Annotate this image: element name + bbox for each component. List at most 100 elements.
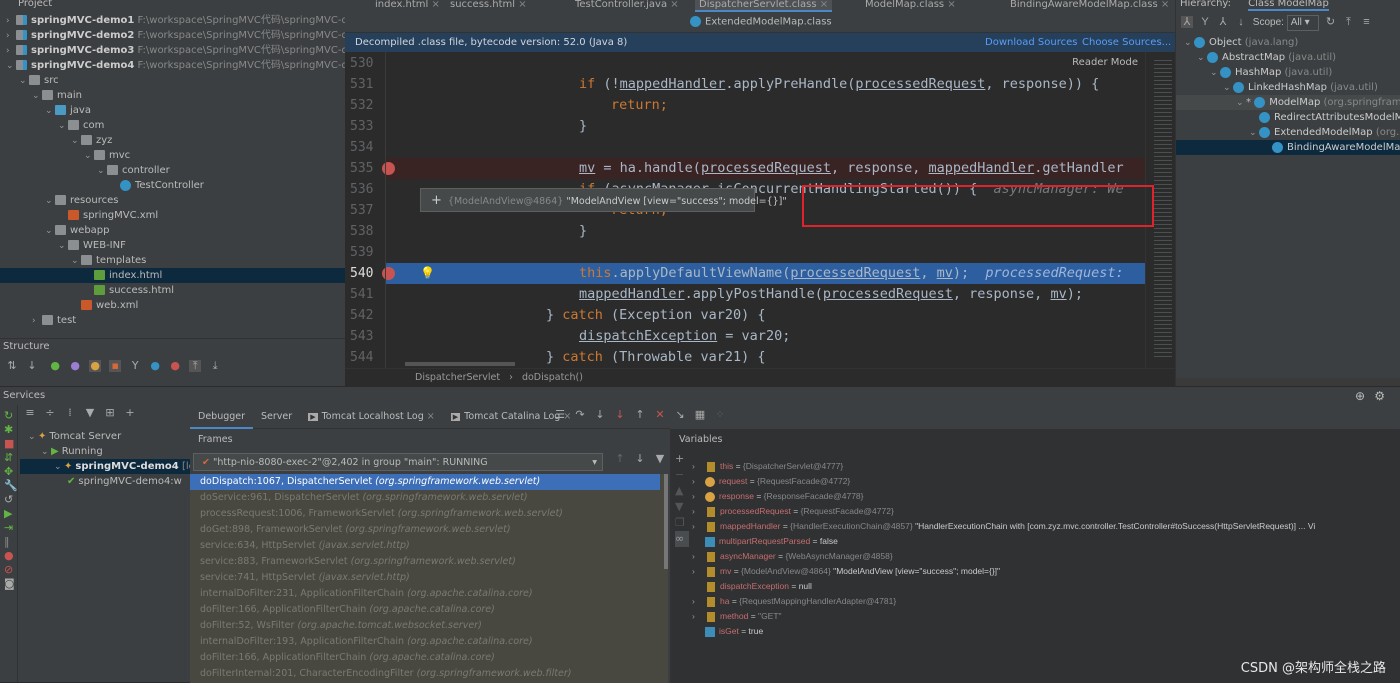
gear-icon[interactable]: ⚙ — [1374, 389, 1385, 403]
pin-icon[interactable]: ⤒ — [1342, 16, 1354, 28]
stack-frame[interactable]: doFilter:166, ApplicationFilterChain (or… — [190, 650, 660, 666]
editor-tab[interactable]: TestController.java × — [575, 0, 679, 12]
stack-frame[interactable]: doDispatch:1067, DispatcherServlet (org.… — [190, 474, 660, 490]
code-line[interactable]: 540 💡 this.applyDefaultViewName(processedR… — [345, 263, 1145, 284]
project-tree-item[interactable]: ⌄ webapp — [0, 223, 345, 238]
editor-tab[interactable]: BindingAwareModelMap.class × — [1010, 0, 1169, 12]
mute-breakpoints-icon[interactable]: ⊘ — [4, 563, 13, 577]
chevron-down-icon[interactable]: ⌄ — [45, 224, 55, 239]
close-icon[interactable]: × — [820, 0, 828, 10]
service-item[interactable]: ⌄✦springMVC-demo4 [local] — [20, 459, 213, 475]
step-icon[interactable]: ⇥ — [4, 521, 13, 535]
target-icon[interactable]: ⊕ — [1355, 389, 1365, 403]
chevron-right-icon[interactable]: › — [692, 594, 695, 609]
stack-frame[interactable]: service:741, HttpServlet (javax.servlet.… — [190, 570, 660, 586]
variable-row[interactable]: multipartRequestParsed = false — [693, 534, 1396, 549]
stack-frame[interactable]: doFilter:166, ApplicationFilterChain (or… — [190, 602, 660, 618]
hierarchy-item[interactable]: RedirectAttributesModelM — [1176, 110, 1400, 125]
hierarchy-item[interactable]: ⌄ ExtendedModelMap (org. — [1176, 125, 1400, 140]
properties-icon[interactable]: ● — [69, 360, 81, 372]
line-number[interactable]: 538 — [345, 221, 385, 242]
fields-icon[interactable]: ● — [89, 360, 102, 372]
line-number[interactable]: 541 — [345, 284, 385, 305]
step-over-icon[interactable]: ↷ — [574, 409, 586, 421]
lightbulb-icon[interactable]: 💡 — [420, 263, 435, 284]
chevron-right-icon[interactable]: › — [692, 609, 695, 624]
stop-icon[interactable]: ■ — [4, 437, 14, 451]
autoscroll-to-icon[interactable]: ⤒ — [189, 360, 202, 372]
line-number[interactable]: 532 — [345, 95, 385, 116]
project-tree-item[interactable]: ⌄ src — [0, 73, 345, 88]
project-tree-item[interactable]: index.html — [0, 268, 345, 283]
chevron-down-icon[interactable]: ⌄ — [1249, 126, 1259, 141]
editor-tab[interactable]: index.html × — [375, 0, 440, 12]
service-item[interactable]: ⌄ ▶ Running — [20, 444, 190, 459]
lambda-icon[interactable]: ● — [169, 360, 181, 372]
debug-icon[interactable]: ✱ — [4, 423, 13, 437]
code-line[interactable]: 542} catch (Exception var20) { — [345, 305, 1145, 326]
close-icon[interactable]: × — [427, 411, 435, 422]
chevron-right-icon[interactable]: › — [692, 549, 695, 564]
stack-frame[interactable]: service:883, FrameworkServlet (org.sprin… — [190, 554, 660, 570]
debugger-tab[interactable]: ▶ Tomcat Localhost Log × — [300, 407, 443, 427]
project-tree-item[interactable]: ⌄ springMVC-demo4 F:\workspace\SpringMVC代… — [0, 58, 345, 73]
stack-frame[interactable]: doGet:898, FrameworkServlet (org.springf… — [190, 522, 660, 538]
line-number[interactable]: 531 — [345, 74, 385, 95]
editor-tab[interactable]: ModelMap.class × — [865, 0, 956, 12]
project-tree-item[interactable]: › springMVC-demo1 F:\workspace\SpringMVC代… — [0, 13, 345, 28]
code-line[interactable]: 541 mappedHandler.applyPostHandle(process… — [345, 284, 1145, 305]
chevron-down-icon[interactable]: ⌄ — [1210, 66, 1220, 81]
chevron-down-icon[interactable]: ⌄ — [54, 460, 64, 475]
variable-row[interactable]: › ha = {RequestMappingHandlerAdapter@4781… — [692, 594, 1396, 609]
line-number[interactable]: 535 — [345, 158, 385, 179]
code-editor[interactable]: 544} catch (Throwable var21) {543 dispatc… — [345, 52, 1175, 368]
stack-frame[interactable]: processRequest:1006, FrameworkServlet (o… — [190, 506, 660, 522]
project-tree-item[interactable]: ⌄ mvc — [0, 148, 345, 163]
new-tab-icon[interactable]: ⊞ — [104, 407, 116, 419]
variable-row[interactable]: isGet = true — [693, 624, 1396, 639]
line-number[interactable]: 544 — [345, 347, 385, 368]
show-execution-point-icon[interactable]: ☰ — [554, 409, 566, 421]
hierarchy-item[interactable]: ⌄ LinkedHashMap (java.util) — [1176, 80, 1400, 95]
refresh-icon[interactable]: ↻ — [1324, 16, 1336, 28]
pause-icon[interactable]: ‖ — [4, 535, 13, 549]
chevron-right-icon[interactable]: › — [32, 314, 42, 329]
line-number[interactable]: 540 — [345, 263, 385, 284]
variable-row[interactable]: › this = {DispatcherServlet@4777} — [692, 459, 1396, 474]
debugger-tab[interactable]: Server — [253, 407, 300, 427]
chevron-down-icon[interactable]: ⌄ — [84, 149, 94, 164]
project-tree-item[interactable]: success.html — [0, 283, 345, 298]
hierarchy-scrollbar[interactable] — [1176, 378, 1400, 386]
chevron-right-icon[interactable]: › — [6, 29, 16, 44]
collapse-all-icon[interactable]: ÷ — [44, 407, 56, 419]
chevron-down-icon[interactable]: ⌄ — [58, 119, 68, 134]
tab-class-modelmap[interactable]: Class ModelMap — [1248, 0, 1329, 11]
rerun-icon[interactable]: ↻ — [4, 409, 13, 423]
evaluate-icon[interactable]: ▦ — [694, 409, 706, 421]
service-item[interactable]: ⌄ ✦ Tomcat Server — [20, 429, 190, 444]
force-step-into-icon[interactable]: ↓ — [614, 409, 626, 421]
code-line[interactable]: 539 — [345, 242, 1145, 263]
line-number[interactable]: 530 — [345, 53, 385, 74]
line-number[interactable]: 533 — [345, 116, 385, 137]
chevron-down-icon[interactable]: ⌄ — [1223, 81, 1233, 96]
stack-frame[interactable]: doFilter:52, WsFilter (org.apache.tomcat… — [190, 618, 660, 634]
line-number[interactable]: 539 — [345, 242, 385, 263]
chevron-right-icon[interactable]: › — [692, 474, 695, 489]
frame-down-icon[interactable]: ↓ — [634, 453, 646, 465]
chevron-down-icon[interactable]: ⌄ — [1197, 51, 1207, 66]
line-number[interactable]: 537 — [345, 200, 385, 221]
code-line[interactable]: 533} — [345, 116, 1145, 137]
breadcrumb-class[interactable]: DispatcherServlet — [415, 372, 500, 383]
debugger-tab[interactable]: Debugger — [190, 407, 254, 429]
breakpoint-icon[interactable] — [382, 162, 395, 175]
autoscroll-from-icon[interactable]: ⤓ — [209, 360, 221, 372]
resume-icon[interactable]: ▶ — [4, 507, 13, 521]
chevron-down-icon[interactable]: ⌄ — [41, 445, 51, 460]
thread-dropdown[interactable]: ✔ "http-nio-8080-exec-2"@2,402 in group … — [193, 453, 603, 471]
stack-frame[interactable]: doFilterInternal:201, CharacterEncodingF… — [190, 666, 660, 682]
breakpoint-icon[interactable] — [382, 267, 395, 280]
close-icon[interactable]: × — [670, 0, 678, 10]
project-tree-item[interactable]: ⌄ main — [0, 88, 345, 103]
chevron-right-icon[interactable]: › — [6, 44, 16, 59]
